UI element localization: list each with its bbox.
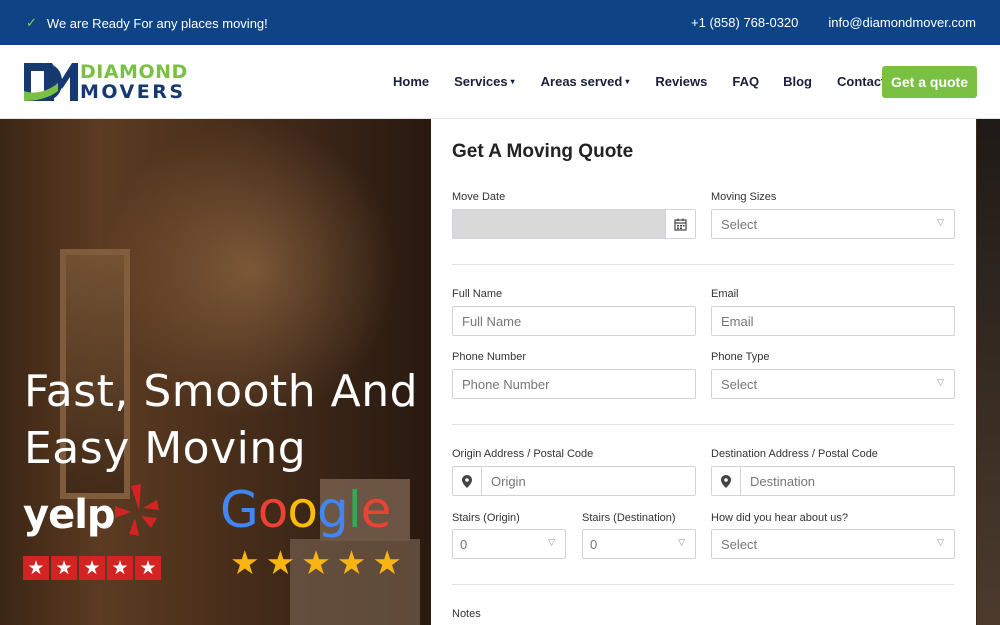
- yelp-rating-stars: ★ ★ ★ ★ ★: [23, 556, 161, 580]
- email-input[interactable]: Email: [711, 306, 955, 336]
- chevron-down-icon: ▾: [510, 77, 515, 86]
- origin-placeholder: Origin: [491, 473, 526, 489]
- logo-word-movers: MOVERS: [80, 81, 186, 103]
- section-divider: [452, 424, 954, 425]
- star-icon: ★: [107, 556, 133, 580]
- logo-mark-icon: [24, 63, 78, 101]
- quote-form-card: Get A Moving Quote Move Date Moving Size…: [431, 119, 976, 625]
- nav-blog[interactable]: Blog: [783, 74, 812, 89]
- nav-reviews[interactable]: Reviews: [655, 74, 707, 89]
- tagline-group: ✓ We are Ready For any places moving!: [26, 15, 268, 31]
- destination-label: Destination Address / Postal Code: [711, 448, 878, 460]
- email-placeholder: Email: [721, 313, 754, 329]
- google-wordmark: Google: [220, 481, 391, 539]
- section-divider: [452, 264, 954, 265]
- notes-label: Notes: [452, 608, 481, 620]
- destination-placeholder: Destination: [750, 473, 816, 489]
- full-name-input[interactable]: Full Name: [452, 306, 696, 336]
- moving-sizes-select[interactable]: Select ▽: [711, 209, 955, 239]
- nav-services[interactable]: Services ▾: [454, 74, 515, 89]
- yelp-wordmark: yelp: [23, 492, 116, 538]
- map-pin-icon: [712, 467, 741, 495]
- top-bar: ✓ We are Ready For any places moving! +1…: [0, 0, 1000, 45]
- stairs-origin-label: Stairs (Origin): [452, 512, 520, 524]
- nav-home[interactable]: Home: [393, 74, 429, 89]
- phone-number-input[interactable]: Phone Number: [452, 369, 696, 399]
- stairs-origin-select[interactable]: 0 ▽: [452, 529, 566, 559]
- logo-word-diamond: DIAMOND: [80, 61, 188, 83]
- star-icon: ★: [23, 556, 49, 580]
- hero-background-edge: [977, 119, 1000, 625]
- destination-input[interactable]: Destination: [711, 466, 955, 496]
- phone-type-select[interactable]: Select ▽: [711, 369, 955, 399]
- stairs-destination-label: Stairs (Destination): [582, 512, 676, 524]
- full-name-label: Full Name: [452, 288, 503, 300]
- nav-areas-served-label: Areas served: [540, 74, 623, 89]
- hero-headline: Fast, Smooth And Easy Moving: [24, 363, 424, 477]
- moving-sizes-value: Select: [721, 216, 758, 232]
- phone-link[interactable]: +1 (858) 768-0320: [691, 15, 798, 30]
- phone-number-placeholder: Phone Number: [462, 376, 550, 392]
- site-header: DIAMOND MOVERS Home Services ▾ Areas serv…: [0, 45, 1000, 119]
- section-divider: [452, 584, 954, 585]
- heard-about-value: Select: [721, 536, 758, 552]
- star-icon: ★: [51, 556, 77, 580]
- phone-number-label: Phone Number: [452, 351, 526, 363]
- google-rating-stars: ★ ★ ★ ★ ★: [230, 543, 402, 582]
- tagline-text: We are Ready For any places moving!: [46, 15, 268, 31]
- phone-type-label: Phone Type: [711, 351, 770, 363]
- phone-type-value: Select: [721, 376, 758, 392]
- nav-services-label: Services: [454, 74, 508, 89]
- move-date-field[interactable]: [452, 209, 696, 239]
- nav-contact[interactable]: Contact: [837, 74, 885, 89]
- map-pin-icon: [453, 467, 482, 495]
- moving-sizes-label: Moving Sizes: [711, 191, 777, 203]
- star-icon: ★: [336, 544, 367, 581]
- hero-headline-line1: Fast, Smooth And: [24, 366, 419, 417]
- nav-home-label: Home: [393, 74, 430, 89]
- origin-input[interactable]: Origin: [452, 466, 696, 496]
- chevron-down-icon: ▽: [548, 537, 555, 547]
- star-icon: ★: [301, 544, 331, 581]
- hero-headline-line2: Easy Moving: [24, 423, 307, 474]
- heard-about-label: How did you hear about us?: [711, 512, 848, 524]
- nav-reviews-label: Reviews: [655, 74, 708, 89]
- email-link[interactable]: info@diamondmover.com: [828, 15, 976, 30]
- star-icon: ★: [265, 544, 296, 581]
- contact-links: +1 (858) 768-0320 info@diamondmover.com: [691, 15, 976, 30]
- chevron-down-icon: ▽: [937, 217, 944, 227]
- heard-about-select[interactable]: Select ▽: [711, 529, 955, 559]
- get-a-quote-button[interactable]: Get a quote: [882, 66, 977, 98]
- star-icon: ★: [372, 544, 402, 581]
- full-name-placeholder: Full Name: [462, 313, 522, 329]
- chevron-down-icon: ▽: [678, 537, 685, 547]
- nav-contact-label: Contact: [837, 74, 886, 89]
- chevron-down-icon: ▾: [625, 77, 630, 86]
- logo[interactable]: DIAMOND MOVERS: [22, 59, 192, 105]
- star-icon: ★: [230, 544, 260, 581]
- nav-faq-label: FAQ: [732, 74, 760, 89]
- nav-areas-served[interactable]: Areas served ▾: [541, 74, 630, 89]
- stairs-destination-value: 0: [590, 536, 598, 552]
- yelp-burst-icon: [115, 484, 159, 536]
- nav-faq[interactable]: FAQ: [732, 74, 759, 89]
- nav-blog-label: Blog: [783, 74, 812, 89]
- chevron-down-icon: ▽: [937, 537, 944, 547]
- chevron-down-icon: ▽: [937, 377, 944, 387]
- email-label: Email: [711, 288, 739, 300]
- google-badge[interactable]: Google ★ ★ ★ ★ ★: [220, 481, 410, 581]
- origin-label: Origin Address / Postal Code: [452, 448, 594, 460]
- move-date-label: Move Date: [452, 191, 506, 203]
- main-nav: Home Services ▾ Areas served ▾ Reviews FAQ…: [393, 74, 885, 89]
- form-title: Get A Moving Quote: [452, 141, 634, 162]
- star-icon: ★: [135, 556, 161, 580]
- star-icon: ★: [79, 556, 105, 580]
- check-icon: ✓: [26, 15, 37, 30]
- stairs-destination-select[interactable]: 0 ▽: [582, 529, 696, 559]
- stairs-origin-value: 0: [460, 536, 468, 552]
- calendar-icon[interactable]: [665, 210, 695, 238]
- yelp-badge[interactable]: yelp ★ ★ ★ ★ ★: [23, 484, 163, 584]
